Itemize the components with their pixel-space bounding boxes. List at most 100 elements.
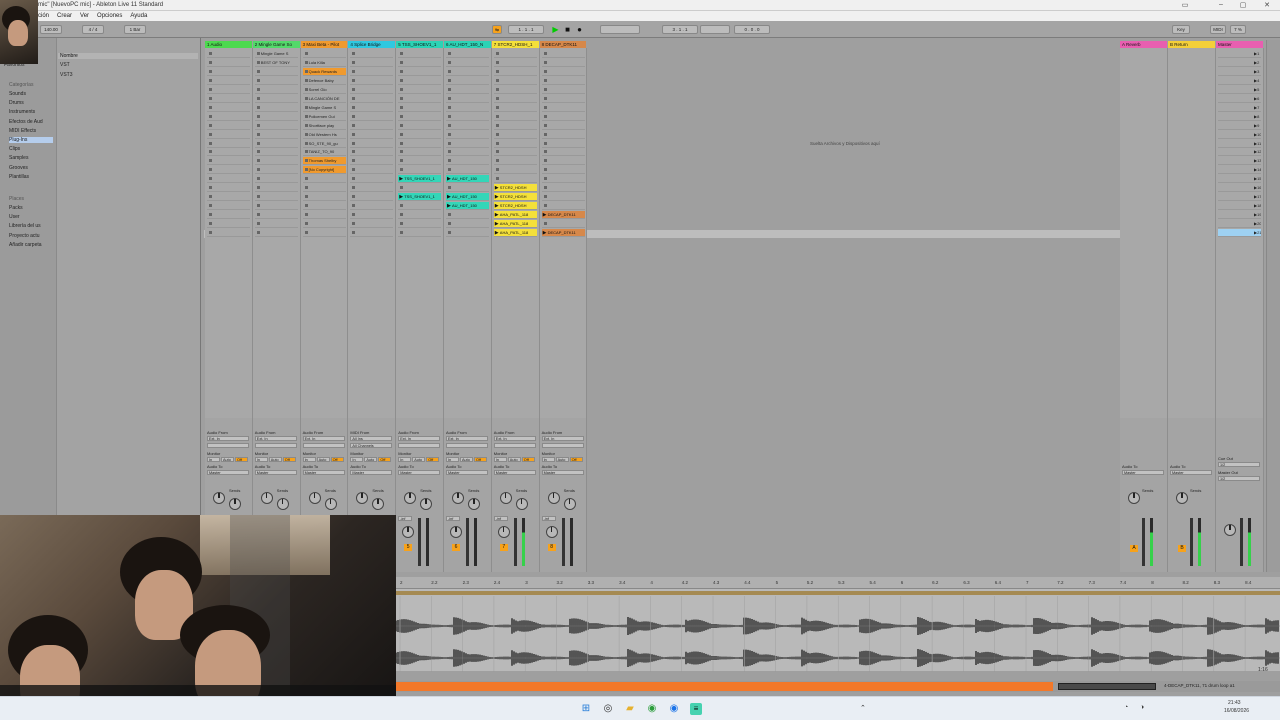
stop-button-icon[interactable] xyxy=(256,132,260,136)
clip-slot[interactable] xyxy=(446,59,489,67)
clip-slot[interactable]: Old Western Hs xyxy=(302,131,346,139)
stop-button-icon[interactable] xyxy=(400,150,404,154)
clip-slot[interactable] xyxy=(207,140,250,148)
stop-button-icon[interactable] xyxy=(400,52,404,55)
stop-button-icon[interactable] xyxy=(209,78,212,82)
input-type-select[interactable]: Ext. In xyxy=(254,436,297,441)
stop-button-icon[interactable] xyxy=(448,114,451,118)
stop-button-icon[interactable] xyxy=(352,159,356,163)
clip-slot[interactable] xyxy=(207,193,250,202)
audio-to-select[interactable]: Master xyxy=(302,470,345,475)
clip-slot[interactable] xyxy=(446,68,489,76)
stop-button-icon[interactable] xyxy=(495,87,499,91)
clip-slot[interactable]: Thomas Shelby xyxy=(302,157,346,166)
clip-slot[interactable] xyxy=(254,122,298,130)
chrome-icon[interactable]: ◉ xyxy=(646,703,658,715)
monitor-option[interactable]: Auto xyxy=(555,457,569,462)
clip-slot[interactable] xyxy=(493,122,537,130)
stop-button-icon[interactable] xyxy=(304,123,308,127)
clip-slot[interactable] xyxy=(350,175,394,184)
clip-slot[interactable] xyxy=(398,104,442,112)
input-channel-select[interactable]: All Channels xyxy=(350,443,393,448)
clip-slot[interactable] xyxy=(446,131,489,139)
stop-button-icon[interactable] xyxy=(304,213,308,217)
scene-launch[interactable]: ▶4 xyxy=(1218,77,1261,85)
stop-button-icon[interactable] xyxy=(209,177,212,181)
track-activator[interactable]: 7 xyxy=(499,544,508,551)
pan-knob[interactable] xyxy=(450,526,462,538)
send-knob[interactable] xyxy=(1128,492,1140,504)
scene-launch[interactable]: ▶6 xyxy=(1218,95,1261,103)
clip-slot[interactable] xyxy=(446,157,489,166)
stop-button-icon[interactable] xyxy=(448,222,451,226)
input-channel-select[interactable] xyxy=(446,443,488,448)
pan-knob[interactable] xyxy=(497,526,510,538)
scene-launch[interactable]: ▶3 xyxy=(1218,68,1261,76)
key-map-button[interactable]: Key xyxy=(1172,25,1190,34)
clip-slot[interactable] xyxy=(350,131,394,139)
clip-slot[interactable] xyxy=(493,50,537,58)
stop-button-icon[interactable] xyxy=(495,159,499,163)
stop-button-icon[interactable] xyxy=(400,231,404,234)
clip-slot[interactable] xyxy=(541,175,585,184)
clip-slot[interactable] xyxy=(398,86,442,94)
play-icon[interactable]: ▶ xyxy=(551,25,560,34)
stop-button-icon[interactable] xyxy=(352,105,356,109)
folder-vst3[interactable]: VST3 xyxy=(60,72,73,78)
stop-button-icon[interactable] xyxy=(400,222,404,226)
tempo-field[interactable]: 140.00 xyxy=(40,25,62,34)
clip-slot[interactable] xyxy=(350,50,394,58)
scene-launch[interactable]: ▶13 xyxy=(1218,157,1261,166)
clip-slot[interactable] xyxy=(350,86,394,94)
stop-button-icon[interactable] xyxy=(256,168,260,172)
clip-slot[interactable] xyxy=(541,86,585,94)
maximize-icon[interactable]: ▢ xyxy=(1236,1,1250,9)
clip-slot[interactable] xyxy=(254,157,298,166)
stop-button-icon[interactable] xyxy=(352,69,356,73)
menu-item[interactable]: ción xyxy=(38,13,49,19)
stop-button-icon[interactable] xyxy=(209,222,212,226)
monitor-option[interactable]: Off xyxy=(474,457,487,462)
stop-button-icon[interactable] xyxy=(209,87,212,91)
clip-slot[interactable] xyxy=(350,220,394,229)
input-channel-select[interactable] xyxy=(493,443,536,448)
stop-button-icon[interactable] xyxy=(352,177,356,181)
clip-slot[interactable]: ▶ DECAP_DTK11 xyxy=(541,211,585,220)
menu-item[interactable]: Crear xyxy=(57,13,72,19)
stop-button-icon[interactable] xyxy=(543,96,547,100)
clip-slot[interactable] xyxy=(207,184,250,193)
clip-slot[interactable]: ▶ STCR2_HDSH xyxy=(493,193,537,202)
stop-button-icon[interactable] xyxy=(352,222,356,226)
stop-button-icon[interactable] xyxy=(543,87,547,91)
clip-slot[interactable] xyxy=(493,95,537,103)
stop-button-icon[interactable] xyxy=(352,123,356,127)
stop-button-icon[interactable] xyxy=(448,69,451,73)
clip-slot[interactable] xyxy=(446,140,489,148)
stop-button-icon[interactable] xyxy=(256,195,260,199)
clip-slot[interactable] xyxy=(541,95,585,103)
stop-button-icon[interactable] xyxy=(256,150,260,154)
stop-button-icon[interactable] xyxy=(495,150,499,154)
stop-button-icon[interactable] xyxy=(543,132,547,136)
clip-slot[interactable] xyxy=(207,50,250,58)
stop-button-icon[interactable] xyxy=(352,132,356,136)
stop-button-icon[interactable] xyxy=(209,186,212,190)
master-out-select[interactable]: 1/2 xyxy=(1218,476,1260,481)
stop-button-icon[interactable] xyxy=(256,204,260,208)
clip-slot[interactable] xyxy=(350,77,394,85)
timeline-ruler[interactable]: 2 2.2 2.3 2.4 3 3.2 3.3 3.4 4 4.2 4.3 4.4 5 5.2 5.3 5.4… xyxy=(396,577,1280,589)
clip-play-icon[interactable]: ▶ xyxy=(399,175,403,182)
input-type-select[interactable]: All Ins xyxy=(350,436,393,441)
volume-readout[interactable]: -inf xyxy=(446,516,460,521)
clip-slot[interactable] xyxy=(398,77,442,85)
stop-button-icon[interactable] xyxy=(352,96,356,100)
clip-slot[interactable] xyxy=(446,113,489,121)
volume-readout[interactable]: -inf xyxy=(541,516,556,521)
clip-slot[interactable] xyxy=(350,148,394,157)
scene-launch[interactable]: ▶9 xyxy=(1218,122,1261,130)
stop-button-icon[interactable] xyxy=(448,52,451,55)
clip-slot[interactable] xyxy=(350,193,394,202)
category-item[interactable]: Plug-Ins xyxy=(9,137,53,143)
clock-date[interactable]: 16/08/2026 xyxy=(1224,708,1249,714)
clip-slot[interactable] xyxy=(302,175,346,184)
